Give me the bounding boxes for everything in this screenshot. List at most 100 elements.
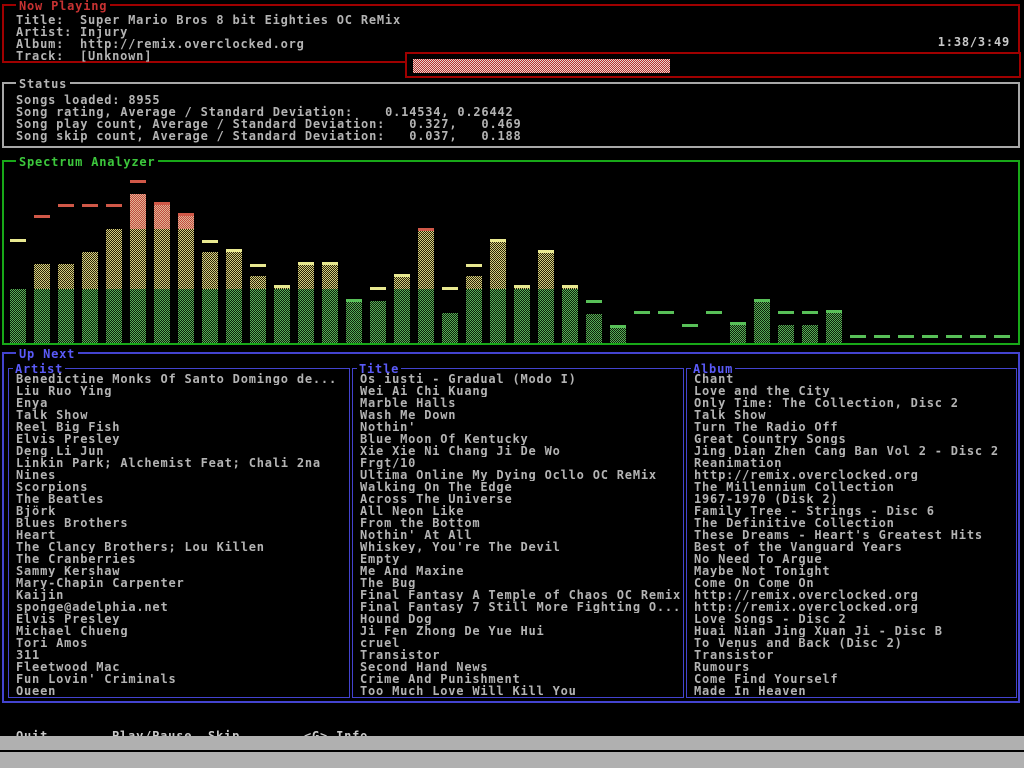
playlist-cell[interactable]: Chant (694, 373, 1014, 385)
playlist-cell[interactable]: Empty (360, 553, 681, 565)
playlist-cell[interactable]: Huai Nian Jing Xuan Ji - Disc B (694, 625, 1014, 637)
playlist-cell[interactable]: Transistor (360, 649, 681, 661)
playlist-cell[interactable]: Great Country Songs (694, 433, 1014, 445)
playlist-cell[interactable]: Talk Show (694, 409, 1014, 421)
spectrum-peak-marker (682, 324, 698, 327)
playlist-cell[interactable]: The Bug (360, 577, 681, 589)
spectrum-bar-segment (418, 289, 434, 343)
spectrum-peak-marker (922, 335, 938, 338)
playlist-cell[interactable]: Fleetwood Mac (16, 661, 347, 673)
spectrum-bar-segment (82, 252, 98, 289)
playlist-cell[interactable]: http://remix.overclocked.org (694, 601, 1014, 613)
spectrum-bar-segment (58, 264, 74, 289)
playlist-cell[interactable]: Family Tree - Strings - Disc 6 (694, 505, 1014, 517)
spectrum-peak-marker (634, 311, 650, 314)
playlist-cell[interactable]: Talk Show (16, 409, 347, 421)
playlist-cell[interactable]: Hound Dog (360, 613, 681, 625)
playlist-cell[interactable]: Wash Me Down (360, 409, 681, 421)
playlist-cell[interactable]: Sammy Kershaw (16, 565, 347, 577)
playlist-cell[interactable]: Deng Li Jun (16, 445, 347, 457)
playlist-cell[interactable]: Tori Amos (16, 637, 347, 649)
playlist-cell[interactable]: Liu Ruo Ying (16, 385, 347, 397)
playlist-cell[interactable]: cruel (360, 637, 681, 649)
playlist-cell[interactable]: Blue Moon Of Kentucky (360, 433, 681, 445)
playlist-cell[interactable]: All Neon Like (360, 505, 681, 517)
playlist-cell[interactable]: Jing Dian Zhen Cang Ban Vol 2 - Disc 2 (694, 445, 1014, 457)
spectrum-bar-segment (154, 289, 170, 343)
playlist-cell[interactable]: Turn The Radio Off (694, 421, 1014, 433)
playlist-cell[interactable]: Queen (16, 685, 347, 695)
workspace-bar[interactable]: <0 mail 1* music 2 bash> (0, 736, 1024, 750)
playlist-cell[interactable]: 311 (16, 649, 347, 661)
playlist-cell[interactable]: Benedictine Monks Of Santo Domingo de... (16, 373, 347, 385)
playlist-cell[interactable]: To Venus and Back (Disc 2) (694, 637, 1014, 649)
track-value: [Unknown] (80, 49, 152, 63)
playlist-cell[interactable]: Crime And Punishment (360, 673, 681, 685)
playlist-cell[interactable]: Come On Come On (694, 577, 1014, 589)
playlist-cell[interactable]: Kaijin (16, 589, 347, 601)
playlist-cell[interactable]: Ji Fen Zhong De Yue Hui (360, 625, 681, 637)
playlist-cell[interactable]: Final Fantasy A Temple of Chaos OC Remix (360, 589, 681, 601)
playlist-cell[interactable]: Xie Xie Ni Chang Ji De Wo (360, 445, 681, 457)
playlist-cell[interactable]: From the Bottom (360, 517, 681, 529)
playlist-cell[interactable]: Transistor (694, 649, 1014, 661)
playlist-cell[interactable]: Reel Big Fish (16, 421, 347, 433)
spectrum-bar-segment (778, 325, 794, 343)
playlist-cell[interactable]: These Dreams - Heart's Greatest Hits (694, 529, 1014, 541)
playlist-cell[interactable]: Frgt/10 (360, 457, 681, 469)
playlist-cell[interactable]: Come Find Yourself (694, 673, 1014, 685)
playlist-cell[interactable]: Wei Ai Chi Kuang (360, 385, 681, 397)
playlist-cell[interactable]: Heart (16, 529, 347, 541)
playlist-cell[interactable]: Mary-Chapin Carpenter (16, 577, 347, 589)
playlist-cell[interactable]: Nothin' At All (360, 529, 681, 541)
spectrum-peak-marker (154, 202, 170, 205)
playlist-cell[interactable]: Made In Heaven (694, 685, 1014, 695)
playlist-cell[interactable]: Blues Brothers (16, 517, 347, 529)
spectrum-bar-segment (442, 313, 458, 343)
playlist-cell[interactable]: Second Hand News (360, 661, 681, 673)
playlist-cell[interactable]: Ultima Online My Dying Ocllo OC ReMix (360, 469, 681, 481)
spectrum-bar-segment (130, 289, 146, 343)
playlist-cell[interactable]: Maybe Not Tonight (694, 565, 1014, 577)
playlist-cell[interactable]: Love and the City (694, 385, 1014, 397)
playlist-cell[interactable]: http://remix.overclocked.org (694, 469, 1014, 481)
playlist-cell[interactable]: The Definitive Collection (694, 517, 1014, 529)
playlist-cell[interactable]: Final Fantasy 7 Still More Fighting O... (360, 601, 681, 613)
playlist-cell[interactable]: Rumours (694, 661, 1014, 673)
spectrum-peak-marker (754, 299, 770, 302)
spectrum-bar-segment (34, 264, 50, 289)
playlist-cell[interactable]: Nothin' (360, 421, 681, 433)
playlist-cell[interactable]: Scorpions (16, 481, 347, 493)
playlist-cell[interactable]: The Cranberries (16, 553, 347, 565)
playlist-cell[interactable]: Michael Chueng (16, 625, 347, 637)
playlist-cell[interactable]: Only Time: The Collection, Disc 2 (694, 397, 1014, 409)
playlist-cell[interactable]: Walking On The Edge (360, 481, 681, 493)
playlist-cell[interactable]: Fun Lovin' Criminals (16, 673, 347, 685)
spectrum-peak-marker (946, 335, 962, 338)
playlist-cell[interactable]: Whiskey, You're The Devil (360, 541, 681, 553)
playlist-cell[interactable]: Os iusti - Gradual (Modo I) (360, 373, 681, 385)
system-status-bar: smeagol 0.31 0.28 0.27 <23:00 07/14/03 M… (0, 752, 1024, 768)
playlist-cell[interactable]: The Beatles (16, 493, 347, 505)
spectrum-peak-marker (562, 285, 578, 288)
playlist-cell[interactable]: Elvis Presley (16, 613, 347, 625)
playlist-cell[interactable]: Marble Halls (360, 397, 681, 409)
playlist-cell[interactable]: Elvis Presley (16, 433, 347, 445)
playlist-cell[interactable]: Björk (16, 505, 347, 517)
playlist-cell[interactable]: Best of the Vanguard Years (694, 541, 1014, 553)
playlist-cell[interactable]: Enya (16, 397, 347, 409)
playlist-cell[interactable]: Linkin Park; Alchemist Feat; Chali 2na (16, 457, 347, 469)
playlist-cell[interactable]: Across The Universe (360, 493, 681, 505)
playlist-cell[interactable]: Love Songs - Disc 2 (694, 613, 1014, 625)
playlist-cell[interactable]: No Need To Argue (694, 553, 1014, 565)
playlist-cell[interactable]: sponge@adelphia.net (16, 601, 347, 613)
playlist-cell[interactable]: The Clancy Brothers; Lou Killen (16, 541, 347, 553)
playlist-cell[interactable]: Too Much Love Will Kill You (360, 685, 681, 695)
playlist-cell[interactable]: 1967-1970 (Disk 2) (694, 493, 1014, 505)
artist-column-box: Artist Benedictine Monks Of Santo Doming… (8, 368, 350, 698)
playlist-cell[interactable]: http://remix.overclocked.org (694, 589, 1014, 601)
playlist-cell[interactable]: Nines (16, 469, 347, 481)
playlist-cell[interactable]: Reanimation (694, 457, 1014, 469)
playlist-cell[interactable]: Me And Maxine (360, 565, 681, 577)
playlist-cell[interactable]: The Millennium Collection (694, 481, 1014, 493)
